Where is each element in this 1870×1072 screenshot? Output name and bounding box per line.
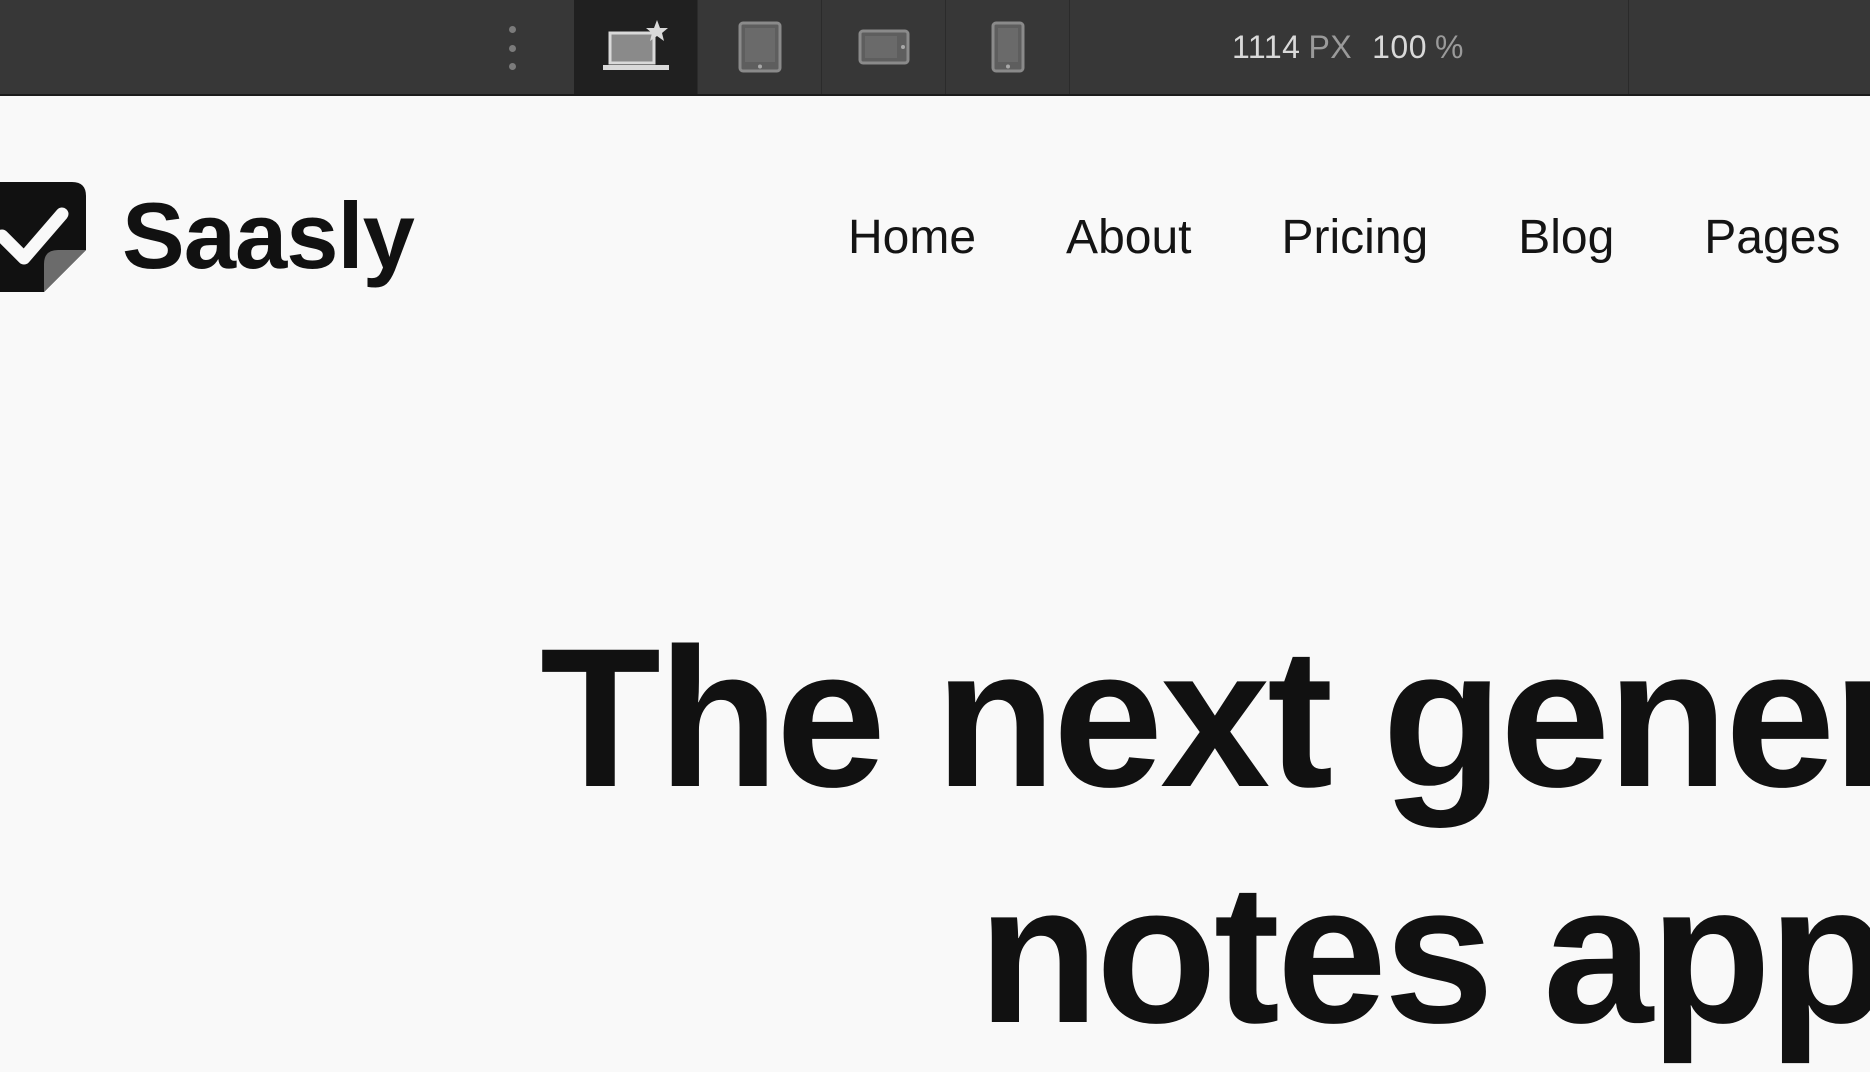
width-value[interactable]: 1114 <box>1232 29 1300 65</box>
zoom-unit: % <box>1435 29 1464 65</box>
device-desktop-button[interactable] <box>574 0 698 94</box>
width-unit: PX <box>1308 29 1353 65</box>
nav-pages[interactable]: Pages <box>1704 210 1840 266</box>
brand[interactable]: Saasly <box>0 180 415 292</box>
nav-blog[interactable]: Blog <box>1518 210 1614 266</box>
device-tablet-button[interactable] <box>698 0 822 94</box>
checkmark-logo-icon <box>0 182 86 292</box>
toolbar-divider <box>1628 0 1629 94</box>
zoom-value[interactable]: 100 <box>1372 29 1427 65</box>
hero-line-1: The next generation <box>540 607 1870 828</box>
phone-icon <box>991 21 1024 73</box>
nav-about[interactable]: About <box>1066 210 1191 266</box>
brand-name: Saasly <box>122 183 415 288</box>
dimension-readout: 1114 PX 100% <box>1232 27 1464 67</box>
tablet-icon <box>738 21 781 73</box>
hero-line-2: notes app <box>978 843 1870 1064</box>
tablet-landscape-icon <box>858 29 909 65</box>
nav-home[interactable]: Home <box>848 210 976 266</box>
laptop-star-icon <box>602 20 669 70</box>
device-toolbar: 1114 PX 100% <box>0 0 1870 96</box>
device-tablet-landscape-button[interactable] <box>822 0 946 94</box>
hero-heading: The next generation notes app <box>540 600 1870 1072</box>
more-options-icon[interactable] <box>500 26 524 70</box>
nav-pricing[interactable]: Pricing <box>1281 210 1428 266</box>
device-phone-button[interactable] <box>946 0 1070 94</box>
main-nav: Home About Pricing Blog Pages <box>848 210 1870 266</box>
